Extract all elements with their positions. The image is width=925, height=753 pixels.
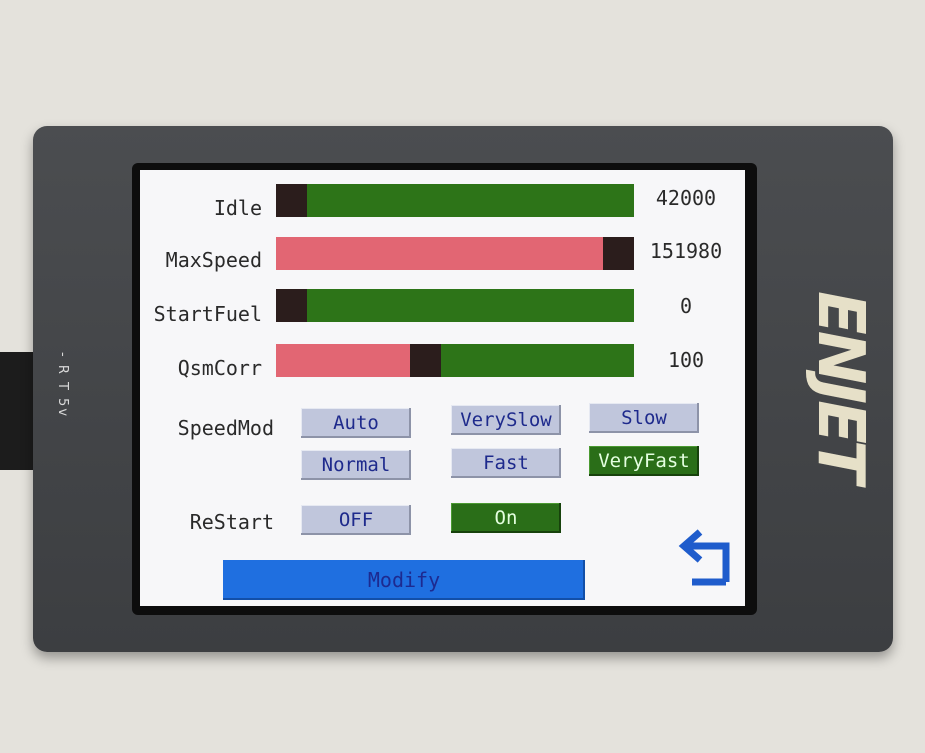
back-button[interactable] — [670, 520, 740, 590]
brand-logo: ENJET — [803, 290, 877, 480]
startfuel-label: StartFuel — [153, 302, 262, 326]
maxspeed-slider-knob[interactable] — [603, 237, 634, 270]
speed-veryfast-button[interactable]: VeryFast — [589, 446, 699, 476]
startfuel-value: 0 — [679, 294, 693, 318]
speed-normal-button[interactable]: Normal — [301, 450, 411, 480]
startfuel-slider-track — [307, 289, 634, 322]
idle-value: 42000 — [655, 186, 717, 210]
maxspeed-slider-track — [276, 237, 603, 270]
maxspeed-label: MaxSpeed — [165, 248, 262, 272]
back-arrow-icon — [678, 529, 730, 586]
qsmcorr-label: QsmCorr — [177, 356, 262, 380]
touch-screen: Idle 42000 MaxSpeed 151980 StartFuel 0 Q… — [140, 170, 745, 606]
startfuel-slider-knob[interactable] — [276, 289, 307, 322]
restart-label: ReStart — [189, 510, 274, 534]
idle-slider-track — [307, 184, 634, 217]
idle-slider[interactable] — [276, 184, 634, 217]
qsmcorr-slider-track-left — [276, 344, 410, 377]
device-side-label: - R T 5v — [55, 352, 70, 419]
qsmcorr-slider-knob[interactable] — [410, 344, 441, 377]
qsmcorr-value: 100 — [667, 348, 705, 372]
modify-button[interactable]: Modify — [223, 560, 585, 600]
qsmcorr-slider[interactable] — [276, 344, 634, 377]
startfuel-slider[interactable] — [276, 289, 634, 322]
idle-label: Idle — [213, 196, 262, 220]
speed-slow-button[interactable]: Slow — [589, 403, 699, 433]
speedmod-label: SpeedMod — [177, 416, 274, 440]
speed-veryslow-button[interactable]: VerySlow — [451, 405, 561, 435]
restart-on-button[interactable]: On — [451, 503, 561, 533]
speed-auto-button[interactable]: Auto — [301, 408, 411, 438]
speed-fast-button[interactable]: Fast — [451, 448, 561, 478]
qsmcorr-slider-track-right — [441, 344, 634, 377]
maxspeed-value: 151980 — [649, 239, 723, 263]
restart-off-button[interactable]: OFF — [301, 505, 411, 535]
maxspeed-slider[interactable] — [276, 237, 634, 270]
idle-slider-knob[interactable] — [276, 184, 307, 217]
